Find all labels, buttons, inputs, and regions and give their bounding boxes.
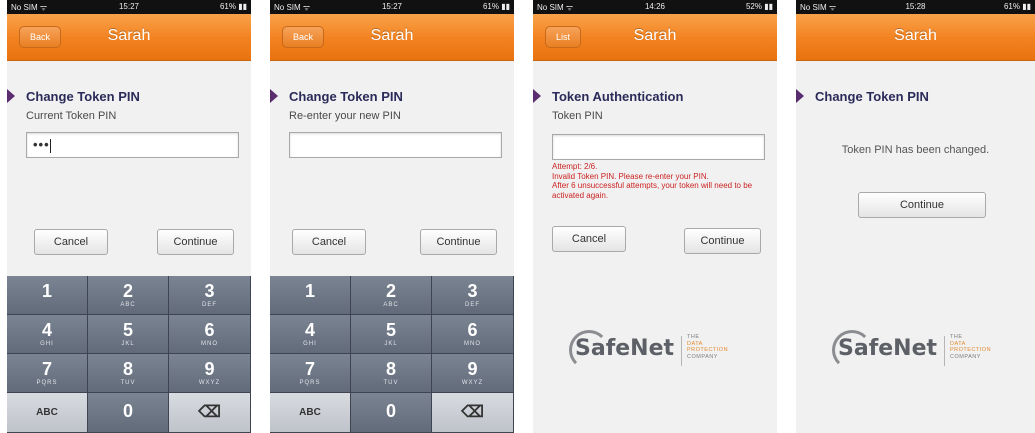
- section-title: Token Authentication: [552, 89, 684, 104]
- safenet-logo: SafeNet THE DATA PROTECTION COMPANY: [832, 330, 1008, 370]
- status-bar: No SIM ᯤ 15:27 61% ▮▮: [270, 0, 514, 14]
- nav-bar: List Sarah: [533, 14, 777, 61]
- key-8[interactable]: 8 TUV: [351, 354, 432, 393]
- key-7[interactable]: 7 PQRS: [270, 354, 351, 393]
- section-header: Change Token PIN: [7, 86, 251, 106]
- continue-button[interactable]: Continue: [420, 229, 497, 255]
- nav-bar: Sarah: [796, 14, 1035, 61]
- key-6[interactable]: 6 MNO: [169, 315, 251, 354]
- battery-indicator: 61% ▮▮: [482, 2, 510, 11]
- pin-input[interactable]: [552, 134, 765, 160]
- key-0[interactable]: 0: [351, 393, 432, 433]
- key-3[interactable]: 3 DEF: [432, 276, 514, 315]
- cancel-button[interactable]: Cancel: [552, 226, 626, 252]
- error-invalid-pin: Invalid Token PIN. Please re-enter your …: [552, 171, 709, 181]
- key-2[interactable]: 2 ABC: [88, 276, 169, 315]
- clock: 15:27: [118, 2, 140, 11]
- status-bar: No SIM ᯤ 15:27 61% ▮▮: [7, 0, 251, 14]
- key-4[interactable]: 4 GHI: [270, 315, 351, 354]
- nav-bar: Back Sarah: [270, 14, 514, 61]
- field-label: Re-enter your new PIN: [289, 110, 401, 122]
- nav-bar: Back Sarah: [7, 14, 251, 61]
- clock: 14:26: [644, 2, 666, 11]
- numeric-keypad: 1 2 ABC 3 DEF 4 GHI 5 JKL 6 MNO 7 PQRS 8 TUV 9W…: [270, 276, 514, 433]
- key-7[interactable]: 7 PQRS: [7, 354, 88, 393]
- section-header: Change Token PIN: [796, 86, 1035, 106]
- pin-input[interactable]: [289, 132, 502, 158]
- section-header: Token Authentication: [533, 86, 777, 106]
- delete-key[interactable]: ⌫: [432, 393, 514, 433]
- key-1[interactable]: 1: [270, 276, 351, 315]
- clock: 15:28: [905, 2, 926, 11]
- screen-pin-changed: No SIM ᯤ 15:28 61% ▮▮ Sarah Change Token…: [796, 0, 1035, 433]
- key-0[interactable]: 0: [88, 393, 169, 433]
- numeric-keypad: 1 2 ABC 3 DEF 4 GHI 5 JKL 6 MNO 7 PQRS 8 TUV 9W…: [7, 276, 251, 433]
- battery-indicator: 52% ▮▮: [745, 2, 773, 11]
- section-header: Change Token PIN: [270, 86, 514, 106]
- status-bar: No SIM ᯤ 15:28 61% ▮▮: [796, 0, 1035, 14]
- nav-title: Sarah: [633, 27, 677, 44]
- key-3[interactable]: 3 DEF: [169, 276, 251, 315]
- key-9[interactable]: 9 WXYZ: [169, 354, 251, 393]
- section-marker-icon: [796, 89, 804, 103]
- key-abc[interactable]: ABC: [7, 393, 88, 433]
- continue-button[interactable]: Continue: [157, 229, 234, 255]
- screen-change-pin-current: No SIM ᯤ 15:27 61% ▮▮ Back Sarah Change …: [7, 0, 251, 433]
- logo-divider: [681, 336, 682, 366]
- key-1[interactable]: 1: [7, 276, 88, 315]
- cancel-button[interactable]: Cancel: [34, 229, 108, 255]
- section-marker-icon: [533, 89, 541, 103]
- logo-brand: SafeNet: [838, 336, 938, 361]
- key-5[interactable]: 5 JKL: [351, 315, 432, 354]
- safenet-logo: SafeNet THE DATA PROTECTION COMPANY: [569, 330, 745, 370]
- key-abc[interactable]: ABC: [270, 393, 351, 433]
- nav-title: Sarah: [107, 27, 151, 44]
- screen-token-authentication: No SIM ᯤ 14:26 52% ▮▮ List Sarah Token A…: [533, 0, 777, 433]
- battery-indicator: 61% ▮▮: [1003, 2, 1031, 11]
- key-2[interactable]: 2 ABC: [351, 276, 432, 315]
- error-message: Attempt: 2/6. Invalid Token PIN. Please …: [552, 162, 767, 200]
- backspace-icon: ⌫: [461, 404, 484, 421]
- logo-brand: SafeNet: [575, 336, 675, 361]
- status-bar: No SIM ᯤ 14:26 52% ▮▮: [533, 0, 777, 14]
- screen-change-pin-reenter: No SIM ᯤ 15:27 61% ▮▮ Back Sarah Change …: [270, 0, 514, 433]
- delete-key[interactable]: ⌫: [169, 393, 251, 433]
- section-title: Change Token PIN: [815, 89, 929, 104]
- logo-tagline: THE DATA PROTECTION COMPANY: [687, 334, 729, 360]
- nav-title: Sarah: [370, 27, 414, 44]
- pin-input-value: •••: [33, 137, 51, 153]
- key-8[interactable]: 8 TUV: [88, 354, 169, 393]
- text-caret: [49, 138, 51, 153]
- key-5[interactable]: 5 JKL: [88, 315, 169, 354]
- pin-input[interactable]: •••: [26, 132, 239, 158]
- continue-button[interactable]: Continue: [858, 192, 986, 218]
- clock: 15:27: [381, 2, 403, 11]
- field-label: Token PIN: [552, 110, 603, 122]
- continue-button[interactable]: Continue: [684, 228, 761, 254]
- section-title: Change Token PIN: [289, 89, 403, 104]
- logo-tagline: THE DATA PROTECTION COMPANY: [950, 334, 992, 360]
- battery-indicator: 61% ▮▮: [219, 2, 247, 11]
- success-message: Token PIN has been changed.: [841, 144, 990, 156]
- key-9[interactable]: 9 WXYZ: [432, 354, 514, 393]
- field-label: Current Token PIN: [26, 110, 117, 122]
- nav-title: Sarah: [894, 27, 937, 44]
- error-attempt-count: Attempt: 2/6.: [552, 162, 598, 171]
- section-marker-icon: [7, 89, 15, 103]
- error-lockout-warning: After 6 unsuccessful attempts, your toke…: [552, 181, 753, 200]
- logo-divider: [944, 336, 945, 366]
- section-title: Change Token PIN: [26, 89, 140, 104]
- key-6[interactable]: 6 MNO: [432, 315, 514, 354]
- cancel-button[interactable]: Cancel: [292, 229, 366, 255]
- key-4[interactable]: 4 GHI: [7, 315, 88, 354]
- section-marker-icon: [270, 89, 278, 103]
- backspace-icon: ⌫: [198, 404, 221, 421]
